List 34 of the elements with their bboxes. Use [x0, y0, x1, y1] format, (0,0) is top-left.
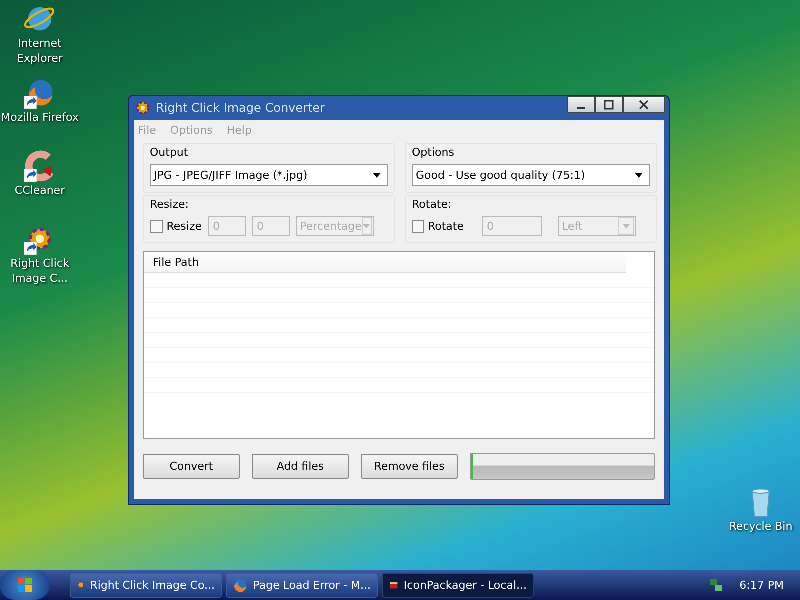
caret-icon	[373, 172, 381, 178]
clock[interactable]: 6:17 PM	[740, 578, 784, 592]
minimize-button[interactable]	[567, 96, 595, 113]
start-button[interactable]	[0, 570, 50, 600]
desktop-icon-label[interactable]: CCleaner	[1, 183, 79, 198]
action-button[interactable]: Convert	[143, 454, 240, 479]
desktop-icon-label[interactable]: Right Click Image C...	[1, 256, 79, 286]
taskbar-button[interactable]: Right Click Image Co...	[70, 572, 222, 598]
caret-icon	[363, 224, 370, 228]
minimize-icon	[577, 106, 585, 108]
action-button[interactable]: Add files	[252, 454, 349, 479]
column-header[interactable]: File Path	[144, 256, 200, 268]
windows-logo-icon	[17, 577, 33, 593]
fox-globe-icon	[233, 577, 248, 593]
maximize-icon	[604, 100, 614, 110]
group-label: Options	[412, 146, 456, 159]
group-label: Rotate:	[412, 198, 453, 211]
group-label: Output	[150, 146, 190, 159]
desktop-icon-label[interactable]: Internet Explorer	[1, 36, 79, 66]
desktop-icon-label[interactable]: Mozilla Firefox	[1, 110, 79, 125]
maximize-button[interactable]	[595, 96, 623, 113]
close-icon	[639, 100, 649, 110]
caret-icon	[635, 172, 643, 178]
group-label: Resize:	[150, 198, 190, 211]
caret-icon	[622, 224, 630, 228]
window-title: Right Click Image Converter	[156, 101, 326, 115]
output-format-dropdown[interactable]: JPG - JPEG/JIFF Image (*.jpg)	[150, 164, 388, 186]
taskbar-button[interactable]: IconPackager - Local...	[382, 572, 534, 598]
quality-dropdown[interactable]: Good - Use good quality (75:1)	[412, 164, 650, 186]
network-icon[interactable]	[708, 577, 724, 593]
close-button[interactable]	[623, 96, 665, 113]
gear-icon	[135, 100, 151, 116]
taskbar-button[interactable]: Page Load Error - M...	[226, 572, 378, 598]
action-button[interactable]: Remove files	[361, 454, 458, 479]
